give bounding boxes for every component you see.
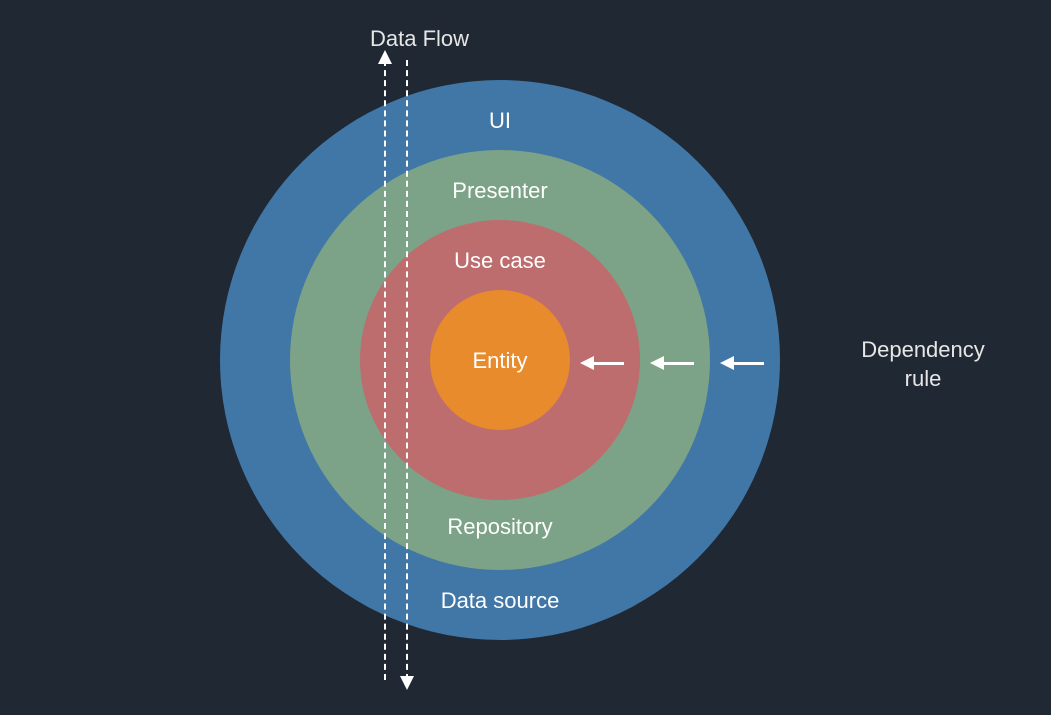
label-presenter: Presenter xyxy=(400,178,600,204)
arrow-up-icon xyxy=(378,50,392,64)
data-flow-line-down xyxy=(406,60,408,680)
label-datasource: Data source xyxy=(400,588,600,614)
label-repository: Repository xyxy=(400,514,600,540)
data-flow-line-up xyxy=(384,60,386,680)
arrow-left-icon xyxy=(650,356,664,370)
label-data-flow: Data Flow xyxy=(370,26,469,52)
dependency-arrow-1 xyxy=(580,356,624,370)
arrow-left-icon xyxy=(580,356,594,370)
label-dependency-rule: Dependencyrule xyxy=(833,336,1013,393)
label-entity: Entity xyxy=(400,348,600,374)
clean-architecture-diagram: UI Presenter Use case Entity Repository … xyxy=(0,0,1051,715)
arrow-down-icon xyxy=(400,676,414,690)
arrow-left-icon xyxy=(720,356,734,370)
label-ui: UI xyxy=(400,108,600,134)
label-usecase: Use case xyxy=(400,248,600,274)
dependency-arrow-2 xyxy=(650,356,694,370)
dependency-arrow-3 xyxy=(720,356,764,370)
